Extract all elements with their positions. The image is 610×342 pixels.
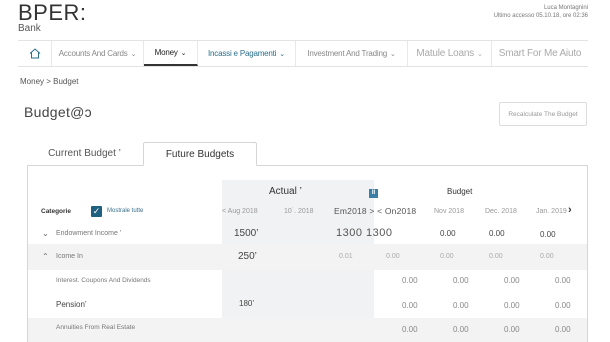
actual-header: Actual ’ [269, 186, 302, 197]
col-jan-2019: Jan. 2019 [536, 208, 567, 215]
nav-label: Investment And Trading [307, 49, 387, 58]
nav-accounts-and-cards[interactable]: Accounts And Cards ⌄ [52, 41, 144, 66]
tab-current-budget[interactable]: Current Budget ’ [27, 142, 142, 165]
last-access: Ultimo accesso 05.10.18, ore 02:36 [493, 13, 588, 19]
nav-label: Money [154, 48, 178, 57]
cell-value: 250’ [238, 251, 257, 262]
brand-subtitle: Bank [18, 23, 41, 34]
chevron-down-icon[interactable]: ⌄ [42, 229, 49, 238]
nav-home[interactable] [18, 41, 52, 66]
nav-label: Accounts And Cards [58, 49, 128, 58]
tab-future-budgets[interactable]: Future Budgets [143, 142, 257, 166]
cell-value: 0.00 [540, 230, 556, 239]
cell-value: 0.00 [555, 301, 571, 310]
cell-value: 1300 1300 [336, 227, 393, 239]
row-label-endowment-income: Endowment Income ’ [56, 230, 122, 237]
cell-value: 0.00 [402, 276, 418, 285]
col-aug-2018: < Aug 2018 [222, 208, 258, 215]
page-title: Budget@ↄ [24, 104, 92, 120]
col-oct-2018: 10˙. 2018 [284, 208, 314, 215]
nav-smart-for-me-aiuto[interactable]: Smart For Me Aiuto [492, 41, 588, 66]
col-em-on-2018: Em2018 > < On2018 [334, 206, 417, 216]
chevron-down-icon: ⌄ [476, 50, 483, 58]
main-nav: Accounts And Cards ⌄ Money ⌄ Incassi e P… [18, 40, 588, 67]
cell-value: 0.00 [555, 276, 571, 285]
nav-label: Smart For Me Aiuto [498, 48, 582, 59]
col-dec-2018: Dec. 2018 [485, 208, 517, 215]
nav-label: Matule Loans [416, 48, 474, 59]
chevron-down-icon: ⌄ [279, 50, 285, 58]
cell-value: 0.00 [489, 229, 505, 238]
cell-value: 0.00 [453, 276, 469, 285]
budget-header: Budget [447, 187, 473, 196]
cell-value: 0.00 [386, 253, 400, 260]
user-info: Luca Montagnini Ultimo accesso 05.10.18,… [494, 4, 588, 20]
budget-panel: Actual ’ II Budget Categorie ✓ Mostrale … [27, 165, 588, 342]
app-header: BPER: Bank Luca Montagnini Ultimo access… [0, 0, 610, 40]
cell-value: 1500’ [234, 228, 259, 239]
row-label-income-in: Icome In [56, 253, 83, 260]
cell-value: 0.01 [339, 253, 353, 260]
chevron-up-icon[interactable]: ⌃ [42, 252, 49, 261]
user-name[interactable]: Luca Montagnini [494, 4, 588, 12]
recalculate-budget-button[interactable]: Recalculate The Budget [499, 102, 587, 126]
nav-incassi-e-pagamenti[interactable]: Incassi e Pagamenti ⌄ [198, 41, 296, 66]
nav-investment-and-trading[interactable]: Investment And Trading ⌄ [296, 41, 408, 66]
row-label-interest: Interest. Coupons And Dividends [56, 277, 151, 284]
cell-value: 0.00 [504, 301, 520, 310]
row-label-annuities: Annuities From Real Estate [56, 324, 136, 331]
breadcrumb[interactable]: Money > Budget [20, 77, 78, 86]
chevron-down-icon: ⌄ [180, 49, 187, 57]
cell-value: 0.00 [440, 253, 454, 260]
row-label-pension: Pension’ [56, 300, 87, 309]
nav-matule-loans[interactable]: Matule Loans ⌄ [408, 41, 492, 66]
col-nov-2018: Nov 2018 [434, 208, 464, 215]
cell-value: 0.00 [504, 325, 520, 334]
cell-value: 0.00 [489, 253, 503, 260]
cell-value: 0.00 [453, 325, 469, 334]
nav-label: Incassi e Pagamenti [208, 49, 277, 58]
cell-value: 0.00 [504, 276, 520, 285]
row-band-income [28, 244, 587, 270]
show-all-checkbox[interactable]: ✓ [91, 206, 102, 217]
show-all-label[interactable]: Mostrale tutte [107, 208, 143, 214]
cell-value: 0.00 [453, 301, 469, 310]
cell-value: 0.00 [402, 325, 418, 334]
cell-value: 0.00 [440, 229, 456, 238]
cell-value: 0.00 [555, 325, 571, 334]
chevron-right-icon[interactable]: › [568, 204, 572, 216]
nav-money[interactable]: Money ⌄ [144, 41, 198, 66]
chevron-down-icon: ⌄ [389, 50, 396, 58]
cell-value: 0.00 [402, 301, 418, 310]
pause-icon[interactable]: II [369, 189, 378, 198]
cell-value: 0.00 [540, 253, 554, 260]
home-icon [29, 48, 40, 59]
cell-value: 180’ [239, 299, 255, 308]
categories-label: Categorie [41, 208, 71, 215]
chevron-down-icon: ⌄ [130, 50, 137, 58]
